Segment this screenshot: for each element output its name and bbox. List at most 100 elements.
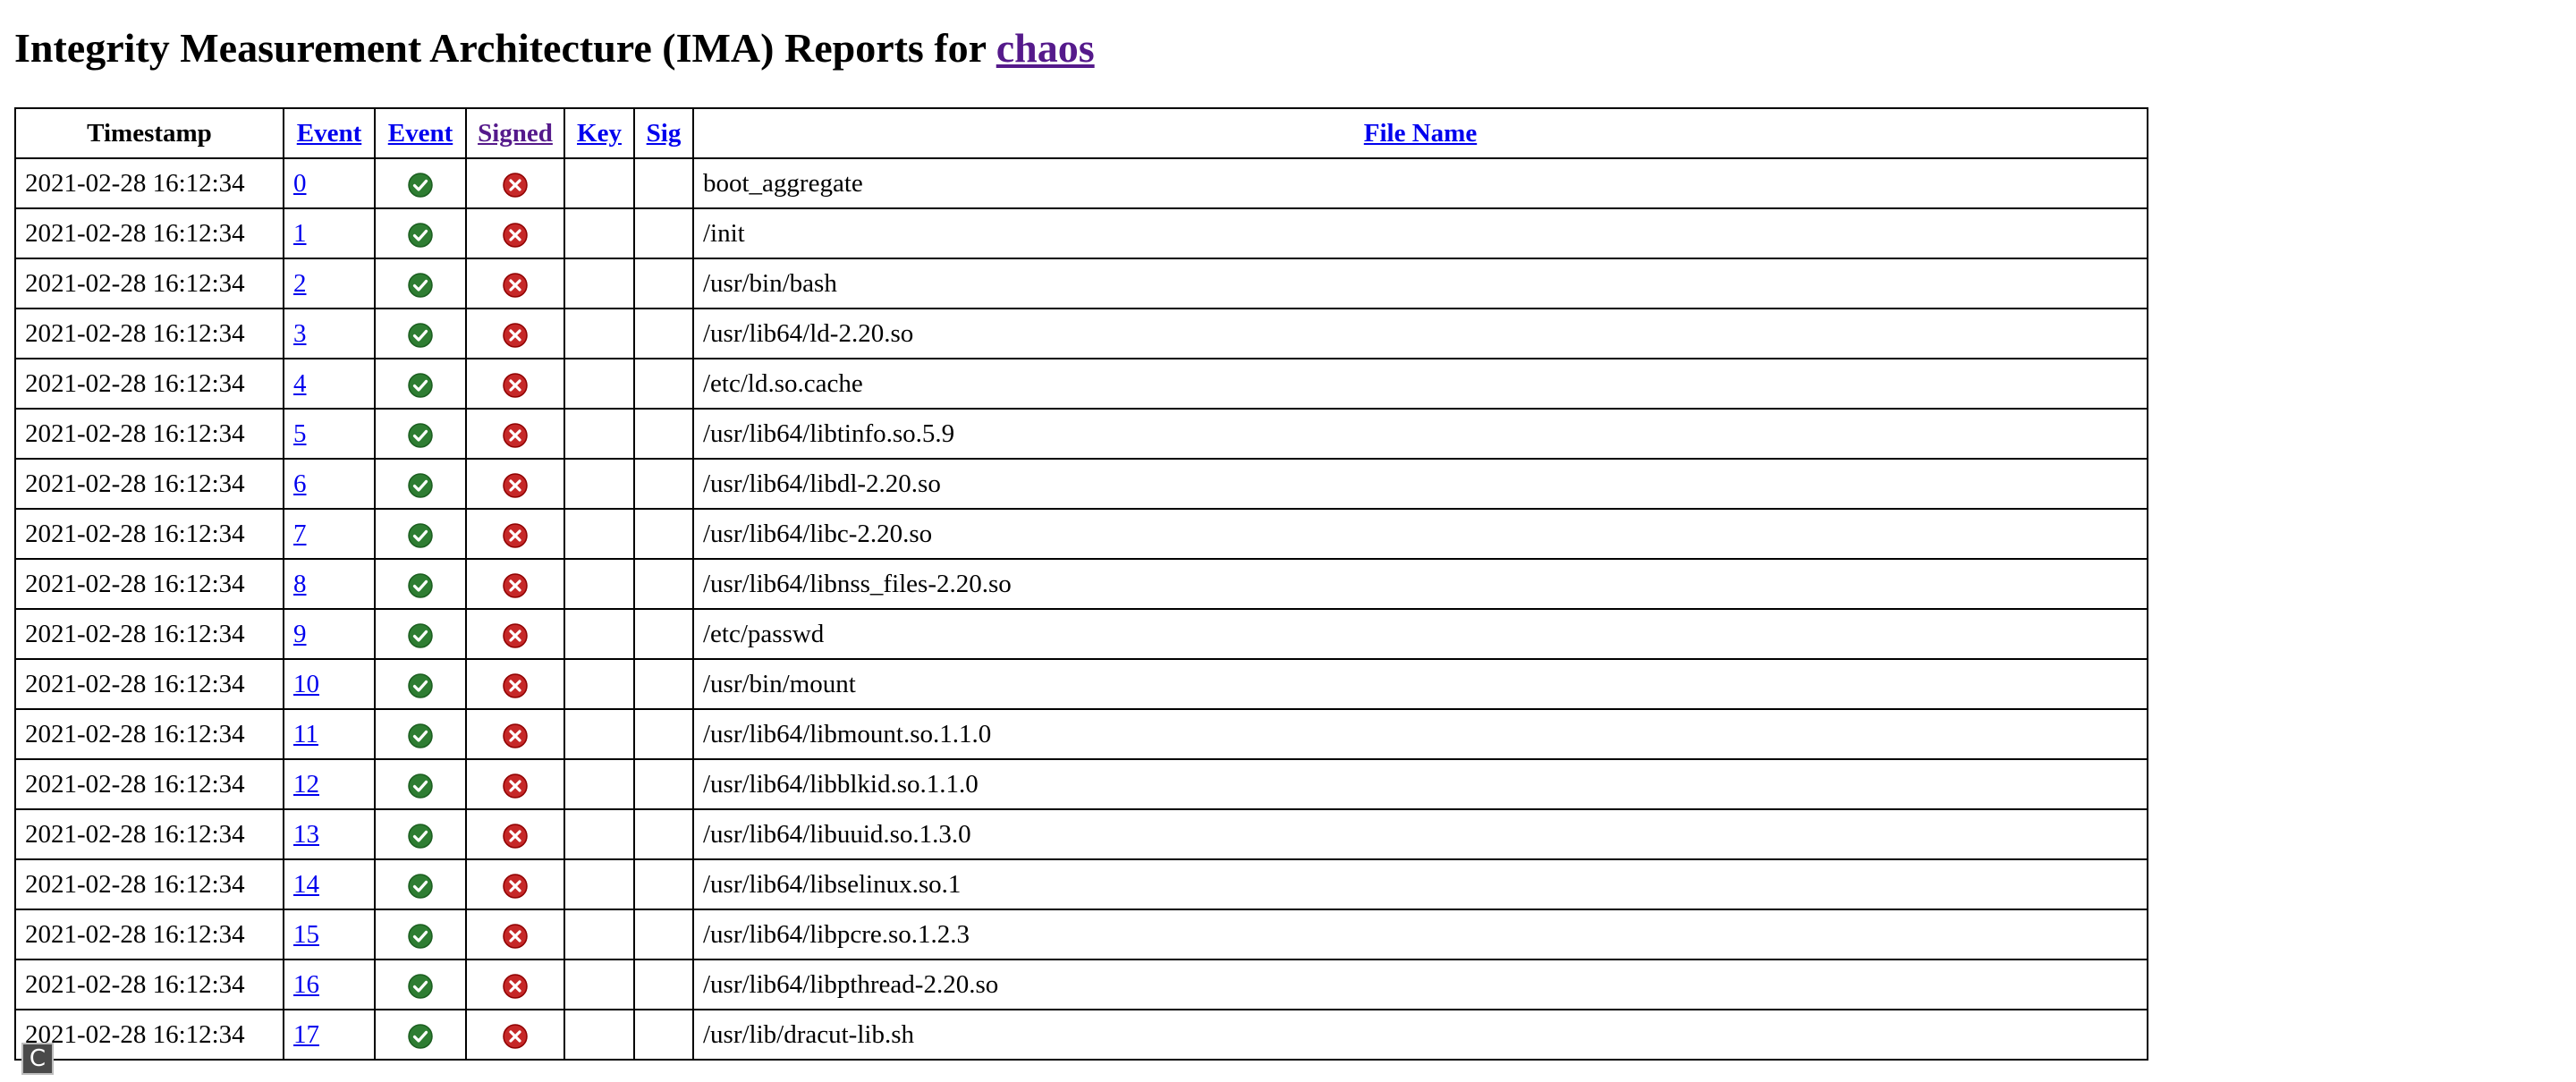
check-circle-icon [407, 919, 434, 949]
column-header-file-name[interactable]: File Name [692, 107, 2148, 159]
x-circle-icon [502, 519, 529, 548]
signed-status-cell [465, 808, 565, 860]
sort-key-link[interactable]: Key [577, 119, 622, 148]
event-number-cell[interactable]: 16 [283, 959, 376, 1010]
event-link[interactable]: 13 [293, 820, 319, 849]
event-number-cell[interactable]: 6 [283, 458, 376, 510]
sig-cell [633, 207, 694, 259]
event-number-cell[interactable]: 17 [283, 1009, 376, 1061]
event-number-cell[interactable]: 8 [283, 558, 376, 610]
table-header-row: Timestamp Event Event Signed Key Sig Fil… [14, 107, 2148, 159]
event-status-cell [374, 558, 467, 610]
event-number-cell[interactable]: 9 [283, 608, 376, 660]
sort-event-status-link[interactable]: Event [388, 119, 453, 148]
key-cell [564, 858, 635, 910]
event-number-cell[interactable]: 14 [283, 858, 376, 910]
signed-status-cell [465, 458, 565, 510]
event-status-cell [374, 308, 467, 359]
key-cell [564, 658, 635, 710]
event-link[interactable]: 8 [293, 570, 307, 598]
event-number-cell[interactable]: 4 [283, 358, 376, 410]
file-name-cell: /usr/bin/mount [692, 658, 2148, 710]
event-link[interactable]: 1 [293, 219, 307, 248]
check-circle-icon [407, 469, 434, 498]
file-name-cell: /init [692, 207, 2148, 259]
event-number-cell[interactable]: 0 [283, 157, 376, 209]
event-link[interactable]: 16 [293, 970, 319, 999]
event-number-cell[interactable]: 11 [283, 708, 376, 760]
event-number-cell[interactable]: 1 [283, 207, 376, 259]
floating-c-badge[interactable]: C [21, 1043, 54, 1075]
event-link[interactable]: 7 [293, 520, 307, 548]
table-row: 2021-02-28 16:12:34 13/usr/lib64/libuuid.… [14, 808, 2148, 860]
check-circle-icon [407, 669, 434, 698]
key-cell [564, 458, 635, 510]
key-cell [564, 558, 635, 610]
timestamp-cell: 2021-02-28 16:12:34 [14, 858, 284, 910]
event-link[interactable]: 17 [293, 1020, 319, 1049]
check-circle-icon [407, 268, 434, 298]
event-link[interactable]: 4 [293, 369, 307, 398]
x-circle-icon [502, 769, 529, 799]
timestamp-cell: 2021-02-28 16:12:34 [14, 408, 284, 460]
sort-event-number-link[interactable]: Event [297, 119, 362, 148]
event-status-cell [374, 358, 467, 410]
sig-cell [633, 808, 694, 860]
file-name-cell: /etc/passwd [692, 608, 2148, 660]
column-header-event-number[interactable]: Event [283, 107, 376, 159]
key-cell [564, 157, 635, 209]
event-number-cell[interactable]: 15 [283, 909, 376, 960]
key-cell [564, 308, 635, 359]
event-link[interactable]: 14 [293, 870, 319, 899]
file-name-cell: /usr/lib64/ld-2.20.so [692, 308, 2148, 359]
event-number-cell[interactable]: 5 [283, 408, 376, 460]
sort-signed-link[interactable]: Signed [478, 119, 553, 148]
x-circle-icon [502, 569, 529, 598]
event-number-cell[interactable]: 13 [283, 808, 376, 860]
x-circle-icon [502, 318, 529, 348]
file-name-cell: /usr/lib64/libpcre.so.1.2.3 [692, 909, 2148, 960]
file-name-cell: /usr/lib64/libmount.so.1.1.0 [692, 708, 2148, 760]
column-header-key[interactable]: Key [564, 107, 635, 159]
event-number-cell[interactable]: 12 [283, 758, 376, 810]
file-name-cell: /usr/bin/bash [692, 258, 2148, 309]
event-link[interactable]: 15 [293, 920, 319, 949]
timestamp-cell: 2021-02-28 16:12:34 [14, 308, 284, 359]
host-link[interactable]: chaos [996, 25, 1095, 71]
event-link[interactable]: 11 [293, 720, 318, 748]
sort-file-name-link[interactable]: File Name [1364, 119, 1477, 148]
event-status-cell [374, 408, 467, 460]
signed-status-cell [465, 157, 565, 209]
table-row: 2021-02-28 16:12:34 16/usr/lib64/libpthre… [14, 959, 2148, 1010]
key-cell [564, 708, 635, 760]
event-link[interactable]: 10 [293, 670, 319, 698]
table-row: 2021-02-28 16:12:34 2/usr/bin/bash [14, 258, 2148, 309]
event-status-cell [374, 959, 467, 1010]
column-header-sig[interactable]: Sig [633, 107, 694, 159]
event-number-cell[interactable]: 7 [283, 508, 376, 560]
event-link[interactable]: 2 [293, 269, 307, 298]
event-number-cell[interactable]: 10 [283, 658, 376, 710]
event-link[interactable]: 3 [293, 319, 307, 348]
event-status-cell [374, 858, 467, 910]
table-row: 2021-02-28 16:12:34 9/etc/passwd [14, 608, 2148, 660]
column-header-event-status[interactable]: Event [374, 107, 467, 159]
event-link[interactable]: 12 [293, 770, 319, 799]
signed-status-cell [465, 758, 565, 810]
check-circle-icon [407, 619, 434, 648]
event-status-cell [374, 658, 467, 710]
x-circle-icon [502, 469, 529, 498]
table-row: 2021-02-28 16:12:34 5/usr/lib64/libtinfo.… [14, 408, 2148, 460]
event-link[interactable]: 9 [293, 620, 307, 648]
event-number-cell[interactable]: 3 [283, 308, 376, 359]
event-link[interactable]: 6 [293, 469, 307, 498]
column-header-signed[interactable]: Signed [465, 107, 565, 159]
event-link[interactable]: 5 [293, 419, 307, 448]
file-name-cell: /usr/lib64/libselinux.so.1 [692, 858, 2148, 910]
sort-sig-link[interactable]: Sig [647, 119, 682, 148]
event-number-cell[interactable]: 2 [283, 258, 376, 309]
key-cell [564, 408, 635, 460]
check-circle-icon [407, 519, 434, 548]
event-link[interactable]: 0 [293, 169, 307, 198]
sig-cell [633, 258, 694, 309]
